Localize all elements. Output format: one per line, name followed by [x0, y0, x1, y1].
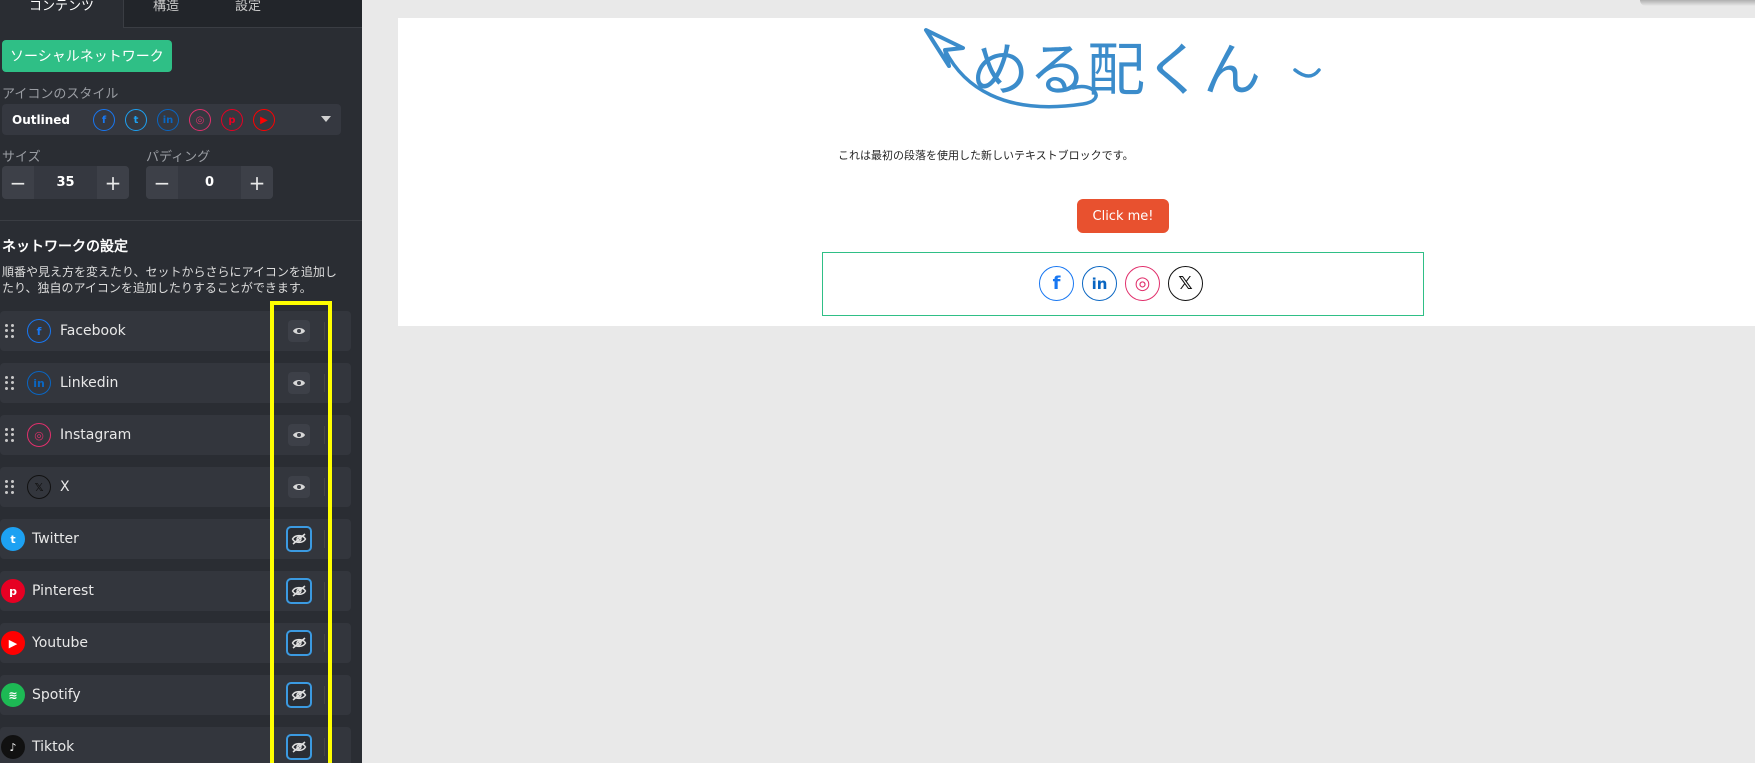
- eye-icon[interactable]: [288, 372, 310, 394]
- icon-style-value: Outlined: [12, 112, 70, 127]
- padding-decrease-button[interactable]: −: [146, 166, 178, 199]
- tab-settings[interactable]: 設定: [208, 0, 288, 28]
- editor-sidebar: コンテンツ 構造 設定 ソーシャルネットワーク アイコンのスタイル Outlin…: [0, 0, 362, 763]
- row-menu-handle[interactable]: [324, 582, 332, 600]
- drag-handle-icon[interactable]: [5, 324, 14, 338]
- linkedin-icon: in: [27, 371, 51, 395]
- network-label: Youtube: [32, 635, 88, 651]
- spotify-icon: ≋: [1, 683, 25, 707]
- network-row-facebook[interactable]: f Facebook: [0, 311, 351, 351]
- top-shadow: [1640, 0, 1755, 6]
- section-divider: [0, 220, 362, 221]
- icon-style-preview: f t in ◎ p ▶: [93, 109, 275, 131]
- row-menu-handle[interactable]: [324, 322, 332, 340]
- network-label: X: [60, 479, 70, 495]
- email-canvas: める配くん これは最初の段落を使用した新しいテキストブロックです。 Click …: [398, 18, 1755, 326]
- row-menu-handle[interactable]: [324, 426, 332, 444]
- social-block[interactable]: f in ◎ 𝕏: [822, 252, 1424, 316]
- facebook-icon: f: [93, 109, 115, 131]
- eye-off-icon[interactable]: [286, 526, 312, 552]
- network-row-twitter[interactable]: t Twitter: [0, 519, 351, 559]
- icon-style-label: アイコンのスタイル: [2, 87, 119, 102]
- network-row-instagram[interactable]: ◎ Instagram: [0, 415, 351, 455]
- network-label: Tiktok: [32, 739, 75, 755]
- size-increase-button[interactable]: +: [97, 166, 129, 199]
- row-menu-handle[interactable]: [324, 634, 332, 652]
- network-label: Facebook: [60, 323, 126, 339]
- text-block[interactable]: これは最初の段落を使用した新しいテキストブロックです。: [838, 147, 1134, 163]
- social-network-button[interactable]: ソーシャルネットワーク: [2, 40, 172, 72]
- network-row-linkedin[interactable]: in Linkedin: [0, 363, 351, 403]
- instagram-icon[interactable]: ◎: [1125, 266, 1160, 301]
- drag-handle-icon[interactable]: [5, 376, 14, 390]
- x-icon: 𝕏: [27, 475, 51, 499]
- eye-off-icon[interactable]: [286, 630, 312, 656]
- social-icons: f in ◎ 𝕏: [1039, 266, 1203, 301]
- pinterest-icon: p: [1, 579, 25, 603]
- network-row-pinterest[interactable]: p Pinterest: [0, 571, 351, 611]
- network-label: Pinterest: [32, 583, 94, 599]
- padding-value[interactable]: 0: [178, 166, 241, 199]
- network-label: Twitter: [32, 531, 79, 547]
- logo-text: める配くん: [971, 36, 1261, 104]
- eye-icon[interactable]: [288, 476, 310, 498]
- sidebar-tabs: コンテンツ 構造 設定: [0, 0, 362, 28]
- instagram-icon: ◎: [189, 109, 211, 131]
- padding-label: パディング: [146, 150, 211, 165]
- padding-stepper: − 0 +: [146, 166, 273, 199]
- eye-off-icon[interactable]: [286, 734, 312, 760]
- row-menu-handle[interactable]: [324, 478, 332, 496]
- logo-tail: [1293, 68, 1321, 78]
- padding-increase-button[interactable]: +: [241, 166, 273, 199]
- eye-icon[interactable]: [288, 424, 310, 446]
- eye-off-icon[interactable]: [286, 578, 312, 604]
- tab-content[interactable]: コンテンツ: [0, 0, 124, 28]
- x-icon[interactable]: 𝕏: [1168, 266, 1203, 301]
- eye-off-icon[interactable]: [286, 682, 312, 708]
- twitter-icon: t: [1, 527, 25, 551]
- icon-style-select[interactable]: Outlined f t in ◎ p ▶: [2, 104, 341, 135]
- chevron-down-icon: [321, 116, 331, 122]
- network-row-youtube[interactable]: ▶ Youtube: [0, 623, 351, 663]
- facebook-icon[interactable]: f: [1039, 266, 1074, 301]
- size-stepper: − 35 +: [2, 166, 129, 199]
- pinterest-icon: p: [221, 109, 243, 131]
- paper-plane-icon: [924, 28, 965, 68]
- twitter-icon: t: [125, 109, 147, 131]
- row-menu-handle[interactable]: [324, 374, 332, 392]
- size-value[interactable]: 35: [34, 166, 97, 199]
- network-row-tiktok[interactable]: ♪ Tiktok: [0, 727, 351, 763]
- row-menu-handle[interactable]: [324, 530, 332, 548]
- network-row-spotify[interactable]: ≋ Spotify: [0, 675, 351, 715]
- network-label: Linkedin: [60, 375, 119, 391]
- network-settings-title: ネットワークの設定: [2, 239, 128, 255]
- drag-handle-icon[interactable]: [5, 428, 14, 442]
- network-settings-description: 順番や見え方を変えたり、セットからさらにアイコンを追加したり、独自のアイコンを追…: [2, 265, 337, 295]
- click-me-button[interactable]: Click me!: [1077, 199, 1169, 233]
- row-menu-handle[interactable]: [324, 738, 332, 756]
- facebook-icon: f: [27, 319, 51, 343]
- youtube-icon: ▶: [1, 631, 25, 655]
- youtube-icon: ▶: [253, 109, 275, 131]
- size-label: サイズ: [2, 150, 41, 165]
- linkedin-icon: in: [157, 109, 179, 131]
- row-menu-handle[interactable]: [324, 686, 332, 704]
- network-row-x[interactable]: 𝕏X: [0, 467, 351, 507]
- network-label: Instagram: [60, 427, 132, 443]
- size-decrease-button[interactable]: −: [2, 166, 34, 199]
- drag-handle-icon[interactable]: [5, 480, 14, 494]
- linkedin-icon[interactable]: in: [1082, 266, 1117, 301]
- eye-icon[interactable]: [288, 320, 310, 342]
- tiktok-icon: ♪: [1, 735, 25, 759]
- tab-structure[interactable]: 構造: [124, 0, 208, 28]
- instagram-icon: ◎: [27, 423, 51, 447]
- network-label: Spotify: [32, 687, 81, 703]
- logo: める配くん: [924, 28, 1321, 109]
